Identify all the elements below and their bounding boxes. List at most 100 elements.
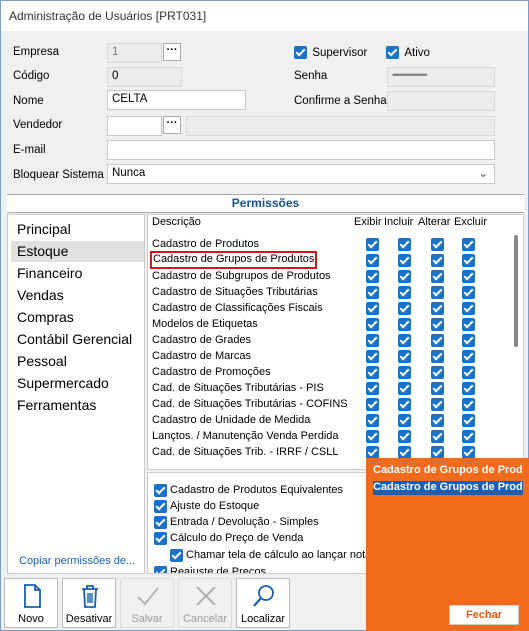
permission-row[interactable]: Cad. de Situações Trib. - IRRF / CSLL [152, 444, 338, 460]
permission-checkbox[interactable] [431, 398, 444, 411]
permission-checkbox[interactable] [366, 318, 379, 331]
permission-checkbox[interactable] [462, 414, 475, 427]
permission-checkbox[interactable] [398, 286, 411, 299]
permission-row[interactable]: Cad. de Situações Tributárias - PIS [152, 380, 324, 396]
permission-checkbox[interactable] [431, 270, 444, 283]
option-produtos-equivalentes[interactable]: Cadastro de Produtos Equivalentes [154, 483, 343, 497]
permission-checkbox[interactable] [398, 318, 411, 331]
permission-checkbox[interactable] [366, 398, 379, 411]
novo-button[interactable]: Novo [4, 578, 58, 628]
permission-checkbox[interactable] [398, 366, 411, 379]
permission-checkbox[interactable] [366, 286, 379, 299]
permission-checkbox[interactable] [398, 350, 411, 363]
permission-checkbox[interactable] [366, 382, 379, 395]
permission-checkbox[interactable] [398, 414, 411, 427]
category-compras[interactable]: Compras [11, 307, 144, 328]
permission-checkbox[interactable] [431, 430, 444, 443]
cancelar-button[interactable]: Cancelar [178, 578, 232, 628]
grid-scrollbar[interactable] [514, 235, 518, 347]
permission-checkbox[interactable] [431, 238, 444, 251]
permission-checkbox[interactable] [366, 302, 379, 315]
permission-checkbox[interactable] [366, 430, 379, 443]
category-pessoal[interactable]: Pessoal [11, 351, 144, 372]
permission-checkbox[interactable] [398, 302, 411, 315]
permission-checkbox[interactable] [462, 382, 475, 395]
option-entrada-devolucao[interactable]: Entrada / Devolução - Simples [154, 515, 319, 529]
permission-checkbox[interactable] [366, 414, 379, 427]
permission-checkbox[interactable] [462, 334, 475, 347]
permission-checkbox[interactable] [398, 334, 411, 347]
permission-checkbox[interactable] [398, 270, 411, 283]
localizar-button[interactable]: Localizar [236, 578, 290, 628]
permission-checkbox[interactable] [398, 238, 411, 251]
ativo-checkbox[interactable]: Ativo [386, 45, 430, 60]
permission-checkbox[interactable] [431, 302, 444, 315]
permission-checkbox[interactable] [462, 318, 475, 331]
permission-checkbox[interactable] [462, 366, 475, 379]
email-input[interactable] [107, 140, 495, 160]
permission-checkbox[interactable] [431, 286, 444, 299]
permission-row[interactable]: Cadastro de Subgrupos de Produtos [152, 268, 331, 284]
category-estoque[interactable]: Estoque [11, 241, 144, 262]
category-principal[interactable]: Principal [11, 219, 144, 240]
permission-checkbox[interactable] [431, 318, 444, 331]
permission-row[interactable]: Cadastro de Marcas [152, 348, 251, 364]
permission-row[interactable]: Cadastro de Unidade de Medida [152, 412, 310, 428]
permission-row[interactable]: Cadastro de Situações Tributárias [152, 284, 318, 300]
category-vendas[interactable]: Vendas [11, 285, 144, 306]
permission-checkbox[interactable] [462, 238, 475, 251]
option-reajuste-precos[interactable]: Reajuste de Preços [154, 565, 266, 573]
permission-checkbox[interactable] [366, 270, 379, 283]
popup-close-button[interactable]: Fechar [449, 605, 519, 625]
bloquear-select[interactable]: Nunca ⌄ [107, 164, 495, 184]
permission-checkbox[interactable] [431, 414, 444, 427]
permission-checkbox[interactable] [462, 398, 475, 411]
permission-row[interactable]: Cadastro de Grupos de Produtos [149, 251, 318, 269]
permission-checkbox[interactable] [462, 430, 475, 443]
permission-checkbox[interactable] [366, 366, 379, 379]
nome-input[interactable]: CELTA [107, 90, 246, 110]
permission-checkbox[interactable] [366, 254, 379, 267]
permission-checkbox[interactable] [398, 254, 411, 267]
permission-row[interactable]: Cadastro de Promoções [152, 364, 271, 380]
permission-checkbox[interactable] [398, 430, 411, 443]
permission-checkbox[interactable] [431, 366, 444, 379]
permission-checkbox[interactable] [366, 350, 379, 363]
category-contabil-gerencial[interactable]: Contábil Gerencial [11, 329, 144, 350]
permission-checkbox[interactable] [398, 382, 411, 395]
permission-checkbox[interactable] [462, 270, 475, 283]
permission-checkbox[interactable] [398, 398, 411, 411]
senha-input[interactable]: •••••••••••••••• [387, 67, 495, 87]
empresa-lookup-button[interactable]: ··· [163, 43, 181, 61]
option-ajuste-estoque[interactable]: Ajuste do Estoque [154, 499, 259, 513]
permission-checkbox[interactable] [431, 350, 444, 363]
permission-checkbox[interactable] [366, 238, 379, 251]
permission-checkbox[interactable] [462, 350, 475, 363]
permission-checkbox[interactable] [366, 334, 379, 347]
permission-checkbox[interactable] [431, 334, 444, 347]
permission-row[interactable]: Cadastro de Grades [152, 332, 251, 348]
permission-row[interactable]: Cadastro de Classificações Fiscais [152, 300, 323, 316]
vendedor-input[interactable] [107, 116, 162, 136]
permission-checkbox[interactable] [462, 302, 475, 315]
permission-row[interactable]: Cadastro de Produtos [152, 236, 259, 252]
popup-selected-line[interactable]: Cadastro de Grupos de Produtos [373, 481, 523, 495]
permission-checkbox[interactable] [462, 254, 475, 267]
vendedor-lookup-button[interactable]: ··· [163, 116, 181, 134]
category-supermercado[interactable]: Supermercado [11, 373, 144, 394]
permission-row[interactable]: Modelos de Etiquetas [152, 316, 258, 332]
option-chamar-tela[interactable]: Chamar tela de cálculo ao lançar notas [170, 548, 377, 562]
salvar-button[interactable]: Salvar [120, 578, 174, 628]
supervisor-checkbox[interactable]: Supervisor [294, 45, 367, 60]
desativar-button[interactable]: Desativar [62, 578, 116, 628]
category-financeiro[interactable]: Financeiro [11, 263, 144, 284]
permission-checkbox[interactable] [462, 286, 475, 299]
option-calculo-preco[interactable]: Cálculo do Preço de Venda [154, 531, 303, 545]
permission-row[interactable]: Lançtos. / Manutenção Venda Perdida [152, 428, 339, 444]
category-ferramentas[interactable]: Ferramentas [11, 395, 144, 416]
permission-row[interactable]: Cad. de Situações Tributárias - COFINS [152, 396, 348, 412]
copy-permissions-link[interactable]: Copiar permissões de... [19, 555, 135, 567]
permission-checkbox[interactable] [431, 254, 444, 267]
confirme-senha-input[interactable] [387, 91, 495, 111]
permission-checkbox[interactable] [431, 382, 444, 395]
